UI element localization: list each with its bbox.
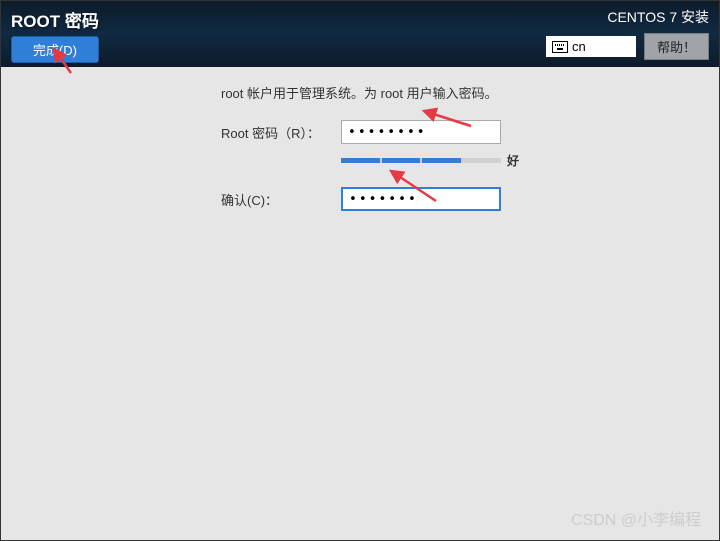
header-right: CENTOS 7 安装 cn 帮助！ [546, 7, 709, 60]
confirm-row: 确认(C)： [221, 187, 689, 211]
password-strength-bar [341, 158, 501, 163]
root-password-input[interactable] [341, 120, 501, 144]
page-title: ROOT 密码 [11, 7, 99, 32]
header-right-row: cn 帮助！ [546, 33, 709, 60]
help-button[interactable]: 帮助！ [644, 33, 709, 60]
password-row: Root 密码（R）： [221, 120, 689, 144]
strength-seg-3 [422, 158, 461, 163]
strength-label: 好 [507, 152, 519, 169]
header-left: ROOT 密码 完成(D) [11, 7, 99, 63]
strength-seg-1 [341, 158, 380, 163]
content-area: root 帐户用于管理系统。为 root 用户输入密码。 Root 密码（R）：… [1, 67, 719, 211]
strength-row: 好 [341, 152, 689, 169]
done-button[interactable]: 完成(D) [11, 36, 99, 63]
watermark: CSDN @小李编程 [571, 506, 701, 530]
confirm-password-input[interactable] [341, 187, 501, 211]
strength-seg-4 [463, 158, 502, 163]
confirm-label: 确认(C)： [221, 190, 341, 209]
keyboard-icon [552, 41, 568, 53]
header-bar: ROOT 密码 完成(D) CENTOS 7 安装 cn 帮助！ [1, 1, 719, 67]
lang-code: cn [572, 39, 586, 54]
description-text: root 帐户用于管理系统。为 root 用户输入密码。 [221, 83, 689, 102]
strength-seg-2 [382, 158, 421, 163]
install-title: CENTOS 7 安装 [607, 7, 709, 27]
keyboard-layout-selector[interactable]: cn [546, 36, 636, 57]
password-label: Root 密码（R）： [221, 123, 341, 142]
